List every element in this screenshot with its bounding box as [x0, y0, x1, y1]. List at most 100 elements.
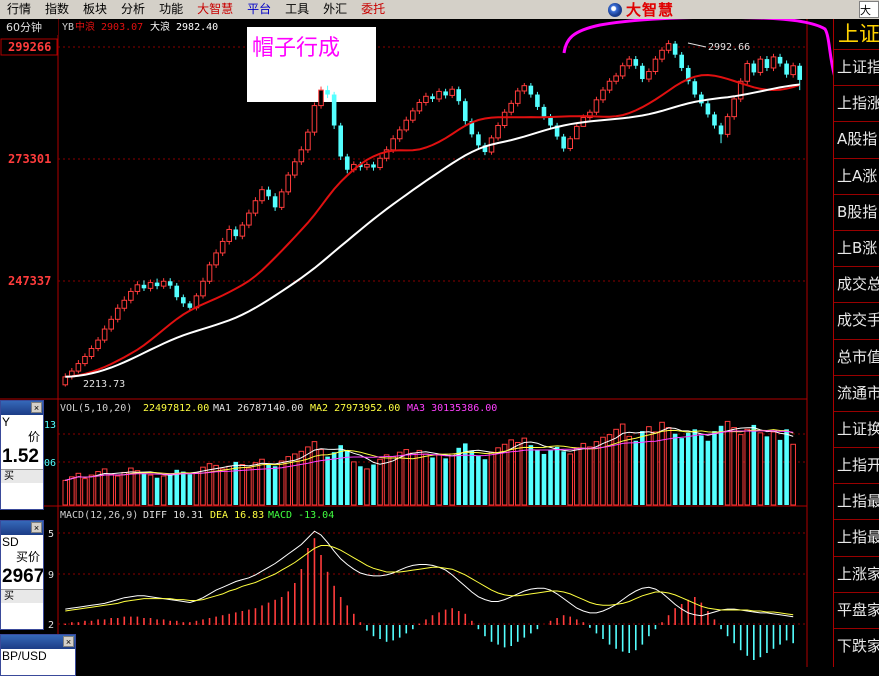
menu-item[interactable]: 委托: [354, 0, 392, 19]
period-label[interactable]: 60分钟: [6, 20, 42, 34]
legend-prefix: YB: [62, 22, 74, 33]
index-field-row[interactable]: A股指: [834, 121, 879, 157]
kline-chart[interactable]: 60分钟 YB 中浪 2903.07 大浪 2982.40 299266 273…: [0, 19, 833, 667]
widget-symbol: Y: [2, 415, 11, 429]
close-icon[interactable]: ×: [31, 522, 42, 533]
menu-item[interactable]: 工具: [278, 0, 316, 19]
volume-bar: [181, 471, 186, 505]
buy-button[interactable]: 买: [1, 469, 43, 483]
index-field-row[interactable]: 上指涨: [834, 85, 879, 121]
volume-bar: [141, 473, 147, 505]
index-field-row[interactable]: 平盘家: [834, 591, 879, 628]
widget-price: 1.52: [2, 446, 39, 467]
quote-widget-3[interactable]: × BP/USD: [0, 634, 76, 676]
volume-bar: [338, 445, 343, 505]
widget-titlebar[interactable]: ×: [1, 521, 43, 535]
price-axis-label: 273301: [8, 152, 51, 166]
volume-bar: [659, 421, 665, 506]
index-field-row[interactable]: 上A涨: [834, 157, 879, 194]
quote-widget-2[interactable]: × SD 买价 2967 买: [0, 520, 44, 630]
volume-bar: [718, 425, 724, 505]
index-field-row[interactable]: 上指开: [834, 447, 879, 483]
volume-bar: [285, 456, 292, 506]
window-button[interactable]: 大: [859, 1, 879, 18]
volume-ma1: MA1 26787140.00: [213, 403, 303, 414]
macd-axis-label: 2: [48, 620, 54, 631]
volume-bar: [699, 435, 704, 505]
index-field-row[interactable]: 上指最: [834, 519, 879, 555]
volume-bar: [266, 463, 271, 505]
index-field-row[interactable]: B股指: [834, 193, 879, 230]
menu-item[interactable]: 分析: [114, 0, 152, 19]
volume-bar: [82, 478, 88, 506]
buy-button[interactable]: 买: [1, 589, 43, 603]
volume-bar: [371, 464, 376, 505]
menu-item[interactable]: 大智慧: [190, 0, 240, 19]
volume-bar: [318, 449, 324, 506]
volume-bar: [108, 473, 114, 506]
index-field-row[interactable]: 上涨家: [834, 555, 879, 592]
index-field-row[interactable]: 总市值: [834, 338, 879, 375]
volume-bar: [121, 471, 128, 506]
volume-bar: [593, 441, 600, 506]
volume-bar: [705, 440, 711, 505]
volume-bar: [298, 450, 305, 506]
close-icon[interactable]: ×: [31, 402, 42, 413]
volume-bar: [69, 476, 75, 506]
candle: [278, 188, 285, 211]
volume-bar: [449, 453, 455, 506]
volume-bar: [626, 435, 633, 506]
macd-dea: DEA 16.83: [210, 510, 264, 521]
volume-bar: [390, 456, 396, 506]
quote-widget-1[interactable]: × Y 价 1.52 买: [0, 400, 44, 510]
candle: [731, 95, 737, 120]
volume-bar: [567, 453, 574, 506]
index-field-row[interactable]: 成交手: [834, 302, 879, 338]
menu-item[interactable]: 指数: [38, 0, 76, 19]
candle: [462, 98, 468, 125]
low-price-label: 2213.73: [83, 379, 125, 390]
volume-bar: [646, 426, 652, 506]
volume-bar: [541, 453, 547, 505]
macd-value: MACD -13.04: [268, 510, 334, 521]
widget-titlebar[interactable]: ×: [1, 635, 75, 649]
index-field-row[interactable]: 上证换: [834, 410, 879, 447]
index-field-row[interactable]: 流通市: [834, 374, 879, 411]
brand[interactable]: 大智慧: [608, 0, 674, 19]
volume-bar: [226, 465, 233, 506]
volume-bar: [358, 466, 363, 505]
volume-bar: [535, 450, 540, 505]
brand-logo-text: 大智慧: [626, 1, 675, 19]
close-icon[interactable]: ×: [63, 636, 74, 647]
candle: [206, 261, 213, 284]
index-field-row[interactable]: 上指最: [834, 483, 879, 519]
volume-bar: [147, 474, 154, 506]
volume-bar: [692, 429, 698, 505]
index-field-row[interactable]: 下跌家: [834, 628, 879, 664]
index-field-row[interactable]: 成交总: [834, 266, 879, 302]
volume-bar: [751, 424, 757, 505]
volume-bar: [587, 446, 593, 506]
widget-titlebar[interactable]: ×: [1, 401, 43, 415]
volume-bar: [573, 447, 580, 506]
legend-mid-wave: 中浪 2903.07: [75, 20, 143, 33]
menu-item[interactable]: 板块: [76, 0, 114, 19]
volume-bar: [443, 458, 448, 505]
volume-bar: [521, 437, 528, 506]
index-field-row[interactable]: 上B涨: [834, 229, 879, 266]
menu-item[interactable]: 外汇: [316, 0, 354, 19]
high-price-label: 2992.66: [708, 42, 750, 53]
menu-item[interactable]: 功能: [152, 0, 190, 19]
index-field-row[interactable]: 上证指: [834, 49, 879, 85]
volume-bar: [554, 446, 560, 505]
candle: [495, 122, 501, 141]
menu-item[interactable]: 平台: [240, 0, 278, 19]
menu-item[interactable]: 行情: [0, 0, 38, 19]
volume-bar: [633, 440, 639, 505]
volume-bar: [790, 443, 796, 506]
volume-bar: [246, 467, 252, 506]
volume-bar: [430, 457, 435, 505]
candle: [305, 129, 311, 153]
legend-big-wave: 大浪 2982.40: [150, 20, 218, 33]
volume-bar: [731, 427, 737, 506]
